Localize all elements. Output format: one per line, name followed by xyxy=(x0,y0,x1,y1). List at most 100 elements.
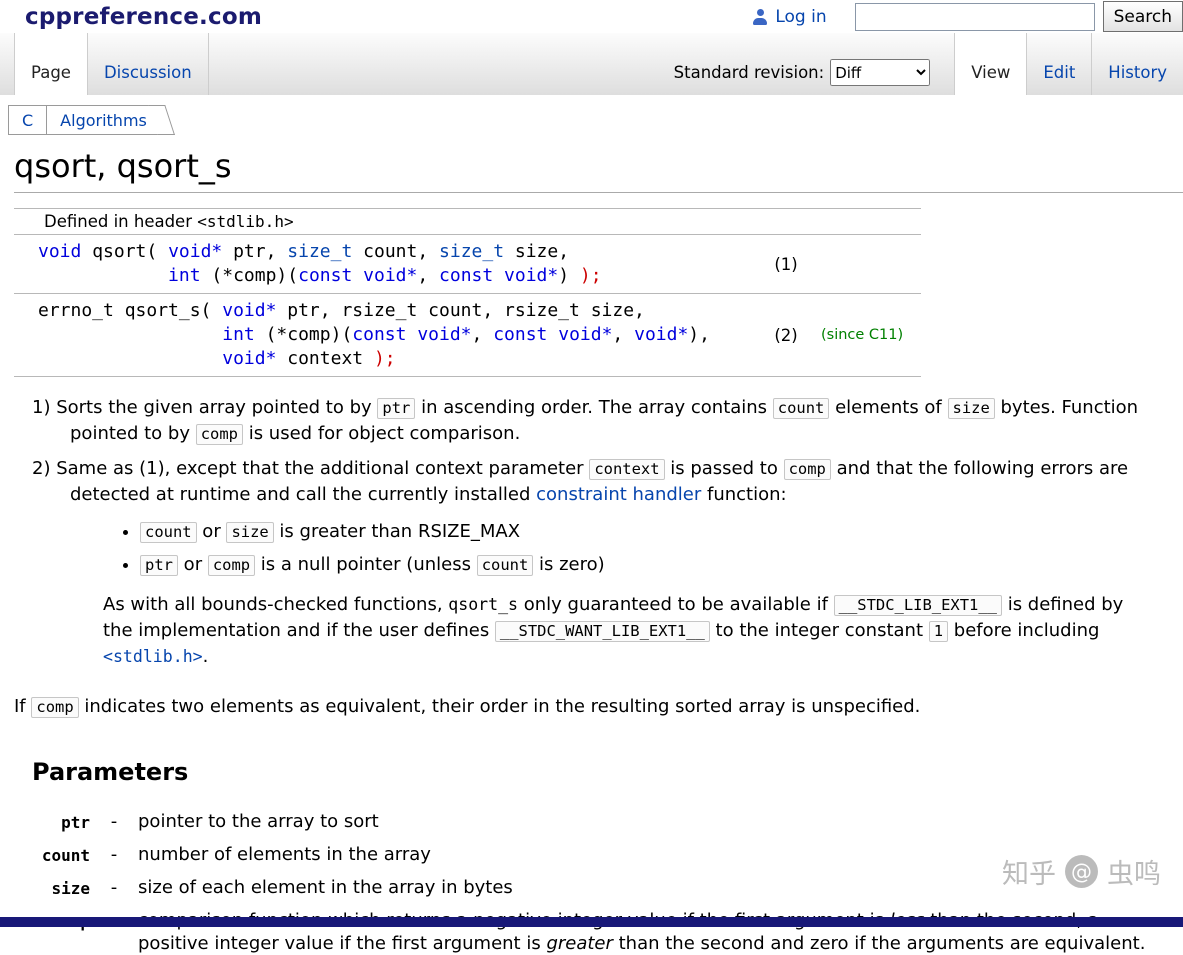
table-row: size - size of each element in the array… xyxy=(14,876,1183,900)
text-token: or xyxy=(197,521,227,542)
text-token: (*comp)( xyxy=(255,324,353,345)
description-item-2: 2) Same as (1), except that the addition… xyxy=(32,456,1177,507)
tab-view[interactable]: View xyxy=(954,33,1027,95)
inline-code: count xyxy=(477,555,534,576)
inline-code: ptr xyxy=(377,398,415,419)
breadcrumb: C Algorithms xyxy=(8,105,1183,135)
standard-revision-select[interactable]: Diff xyxy=(830,59,930,86)
login-link[interactable]: Log in xyxy=(752,7,826,27)
text-token: context xyxy=(276,348,374,369)
header-right: Log in Search xyxy=(752,0,1183,33)
title-rule: qsort, qsort_s xyxy=(14,147,1183,193)
code-line: void qsort( void* ptr, size_t count, siz… xyxy=(38,240,751,264)
list-item: count or size is greater than RSIZE_MAX xyxy=(140,519,1183,545)
description-item-1: 1) Sorts the given array pointed to by p… xyxy=(32,395,1177,447)
param-dash: - xyxy=(90,810,138,834)
inline-code: ptr xyxy=(140,555,178,576)
inline-link[interactable]: constraint handler xyxy=(536,484,701,505)
text-token: ), xyxy=(688,324,710,345)
text-token: elements of xyxy=(829,397,947,418)
inline-code: size xyxy=(948,398,995,419)
parameters-heading: Parameters xyxy=(32,758,1183,786)
tab-page[interactable]: Page xyxy=(14,33,88,95)
text-token: void* xyxy=(504,265,558,286)
inline-link[interactable]: <stdlib.h> xyxy=(103,647,203,666)
tab-history[interactable]: History xyxy=(1091,33,1183,95)
code-line: errno_t qsort_s( void* ptr, rsize_t coun… xyxy=(38,299,751,323)
inline-code: 1 xyxy=(929,621,948,642)
text-token: 1) xyxy=(32,397,50,418)
tabs-right: Standard revision: Diff View Edit Histor… xyxy=(674,33,1183,95)
text-token: size of each element in the array in byt… xyxy=(138,877,513,898)
text-token xyxy=(406,324,417,345)
inline-link[interactable]: size_t xyxy=(439,241,504,262)
text-token: void* xyxy=(168,241,222,262)
text-token: const xyxy=(298,265,352,286)
site-header: cppreference.com Log in Search xyxy=(0,0,1183,33)
inline-link[interactable]: size_t xyxy=(287,241,352,262)
text-token xyxy=(38,324,222,345)
text-token: ); xyxy=(374,348,396,369)
text-token: , xyxy=(472,324,494,345)
header-file-link[interactable]: <stdlib.h> xyxy=(197,212,293,231)
text-token: qsort_s xyxy=(448,595,518,614)
text-token: qsort( xyxy=(81,241,168,262)
text-token: is used for object comparison. xyxy=(243,423,520,444)
declaration-row-qsort: void qsort( void* ptr, size_t count, siz… xyxy=(14,235,921,293)
text-token: void* xyxy=(634,324,688,345)
param-dash: - xyxy=(90,909,138,955)
inline-code: __STDC_WANT_LIB_EXT1__ xyxy=(495,621,710,642)
bounds-checked-note: As with all bounds-checked functions, qs… xyxy=(103,592,1155,669)
login-label: Log in xyxy=(775,7,826,27)
tab-page-label: Page xyxy=(31,63,71,82)
search-button[interactable]: Search xyxy=(1103,1,1183,32)
text-token: function: xyxy=(701,484,786,505)
inline-code: comp xyxy=(196,424,243,445)
list-item: ptr or comp is a null pointer (unless co… xyxy=(140,552,1183,578)
text-token: is passed to xyxy=(665,458,784,479)
parameters-table: ptr - pointer to the array to sort count… xyxy=(14,810,1183,955)
inline-code: count xyxy=(773,398,830,419)
text-token: Same as (1), except that the additional … xyxy=(50,458,589,479)
text-token: 2) xyxy=(32,458,50,479)
param-name: count xyxy=(14,843,90,867)
inline-code: comp xyxy=(31,697,78,718)
text-token: const xyxy=(439,265,493,286)
text-token: Sorts the given array pointed to by xyxy=(50,397,377,418)
text-token: void* xyxy=(417,324,471,345)
text-token: count, xyxy=(352,241,439,262)
text-token: is a null pointer (unless xyxy=(255,554,477,575)
tab-discussion[interactable]: Discussion xyxy=(87,33,209,95)
user-icon xyxy=(752,9,768,25)
text-token xyxy=(352,265,363,286)
table-row: ptr - pointer to the array to sort xyxy=(14,810,1183,834)
text-token: int xyxy=(168,265,201,286)
param-description: size of each element in the array in byt… xyxy=(138,876,1152,900)
site-logo[interactable]: cppreference.com xyxy=(25,4,262,30)
text-token: void* xyxy=(558,324,612,345)
text-token: to the integer constant xyxy=(710,620,929,641)
search-input[interactable] xyxy=(855,3,1095,31)
text-token xyxy=(547,324,558,345)
error-condition-list: count or size is greater than RSIZE_MAX … xyxy=(32,519,1183,578)
text-token: indicates two elements as equivalent, th… xyxy=(79,696,921,717)
inline-code: comp xyxy=(208,555,255,576)
tabs-left: Page Discussion xyxy=(14,33,208,95)
code-line: void* context ); xyxy=(38,347,751,371)
text-token: const xyxy=(493,324,547,345)
text-token: As with all bounds-checked functions, xyxy=(103,594,448,615)
tab-edit[interactable]: Edit xyxy=(1026,33,1092,95)
text-token: void xyxy=(38,241,81,262)
inline-code: count xyxy=(140,522,197,543)
declaration-number: (1) xyxy=(751,255,821,274)
breadcrumb-root-c[interactable]: C xyxy=(8,105,46,135)
text-token: ptr, rsize_t count, rsize_t size, xyxy=(276,300,644,321)
text-token: void* xyxy=(222,348,276,369)
text-token xyxy=(493,265,504,286)
text-token: void* xyxy=(363,265,417,286)
breadcrumb-algorithms[interactable]: Algorithms xyxy=(46,105,160,135)
tab-history-label: History xyxy=(1108,63,1167,82)
bottom-bar xyxy=(0,917,1183,927)
text-token: size, xyxy=(504,241,569,262)
inline-code: size xyxy=(226,522,273,543)
